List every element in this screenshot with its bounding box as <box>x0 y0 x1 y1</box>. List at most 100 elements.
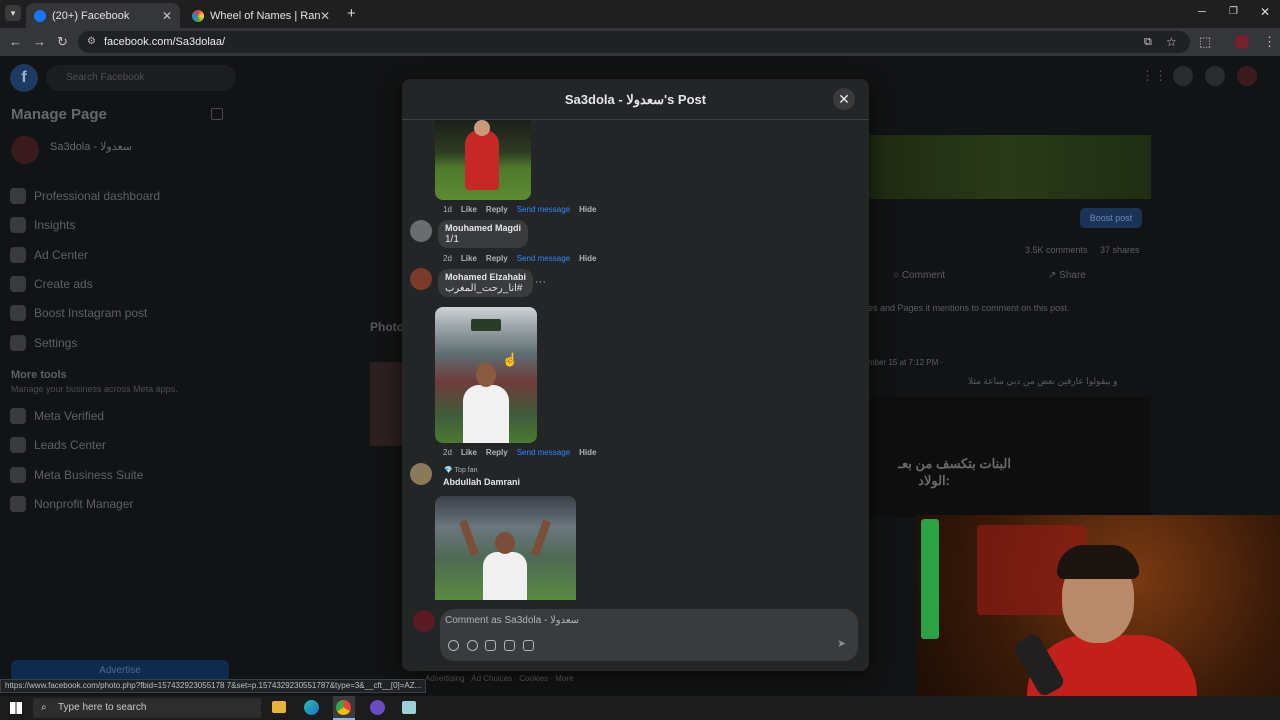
account-avatar[interactable] <box>1237 66 1257 86</box>
sidebar-toggle-icon[interactable] <box>211 108 223 120</box>
send-message-link[interactable]: Send message <box>517 205 570 214</box>
sidebar-item-create-ads[interactable]: Create ads <box>10 273 93 295</box>
address-bar[interactable]: ⚙ facebook.com/Sa3dolaa/ ⧉ ☆ <box>78 31 1190 53</box>
sidebar-item-insights[interactable]: Insights <box>10 214 75 236</box>
comment-input[interactable]: Comment as Sa3dola - سعدولا <box>445 615 579 626</box>
footer-links[interactable]: Advertising · Ad Choices · Cookies · Mor… <box>425 674 574 683</box>
minimize-icon[interactable]: ─ <box>1198 6 1206 18</box>
taskbar-search-input[interactable]: ⌕ Type here to search <box>33 698 261 718</box>
comments-count[interactable]: 3.5K comments <box>1025 245 1088 255</box>
comment-action[interactable]: ○ Comment <box>893 270 945 281</box>
camera-icon[interactable] <box>485 640 496 651</box>
composer-avatar[interactable] <box>413 610 435 632</box>
verified-badge-icon <box>10 408 26 424</box>
back-icon[interactable]: ← <box>9 34 22 50</box>
close-modal-button[interactable]: ✕ <box>833 88 855 110</box>
hide-button[interactable]: Hide <box>579 205 596 214</box>
obs-icon[interactable] <box>370 700 385 715</box>
new-tab-button[interactable]: + <box>347 5 356 22</box>
comment-actions: 2d Like Reply Send message Hide <box>443 254 596 263</box>
comment-photo[interactable] <box>435 120 531 200</box>
like-button[interactable]: Like <box>461 448 477 457</box>
tab-wheel-of-names[interactable]: Wheel of Names | Random nam ✕ <box>184 3 338 28</box>
page-name[interactable]: Sa3dola - سعدولا <box>50 140 132 153</box>
like-button[interactable]: Like <box>461 205 477 214</box>
sidebar-item-meta-verified[interactable]: Meta Verified <box>10 405 104 427</box>
sidebar-item-professional-dashboard[interactable]: Professional dashboard <box>10 185 160 207</box>
webcam-overlay <box>917 515 1280 720</box>
close-tab-icon[interactable]: ✕ <box>320 9 330 23</box>
page-avatar[interactable] <box>11 136 39 164</box>
shares-count[interactable]: 37 shares <box>1100 245 1140 255</box>
edge-icon[interactable] <box>304 700 319 715</box>
sidebar-item-label: Professional dashboard <box>34 189 161 203</box>
facebook-search-input[interactable]: Search Facebook <box>46 65 236 91</box>
forward-icon[interactable]: → <box>33 34 46 50</box>
reply-button[interactable]: Reply <box>486 254 508 263</box>
sidebar-item-boost-instagram[interactable]: Boost Instagram post <box>10 302 147 324</box>
more-tools-title[interactable]: More tools <box>11 369 67 381</box>
hide-button[interactable]: Hide <box>579 448 596 457</box>
chrome-logo <box>336 700 351 715</box>
player-body <box>483 552 527 600</box>
comment-photo[interactable] <box>435 496 576 600</box>
hide-button[interactable]: Hide <box>579 254 596 263</box>
comment-time[interactable]: 1d <box>443 205 452 214</box>
sidebar-item-business-suite[interactable]: Meta Business Suite <box>10 464 143 486</box>
tab-facebook[interactable]: (20+) Facebook ✕ <box>26 3 180 28</box>
gif-icon[interactable] <box>504 640 515 651</box>
messenger-icon[interactable] <box>1173 66 1193 86</box>
install-app-icon[interactable]: ⧉ <box>1144 31 1152 53</box>
commenter-name[interactable]: Mouhamed Magdi <box>445 223 521 233</box>
sticker-icon[interactable] <box>523 640 534 651</box>
app-icon[interactable] <box>402 701 416 714</box>
windows-start-icon[interactable] <box>10 702 22 714</box>
tab-search-dropdown-icon[interactable]: ▾ <box>5 5 21 21</box>
sidebar-item-nonprofit[interactable]: Nonprofit Manager <box>10 493 133 515</box>
browser-menu-icon[interactable]: ⋮ <box>1263 34 1276 50</box>
boost-post-button[interactable]: Boost post <box>1080 208 1142 228</box>
more-options-icon[interactable]: ··· <box>535 276 546 288</box>
extensions-icon[interactable]: ⬚ <box>1199 34 1211 50</box>
facebook-logo-icon[interactable]: f <box>10 64 38 92</box>
send-icon[interactable]: ➤ <box>837 637 846 650</box>
emoji-icon[interactable] <box>467 640 478 651</box>
send-message-link[interactable]: Send message <box>517 448 570 457</box>
comment-bubble: Mouhamed Magdi 1/1 <box>438 220 528 248</box>
commenter-name[interactable]: Mohamed Elzahabi <box>445 272 526 282</box>
comment-composer[interactable]: Comment as Sa3dola - سعدولا ➤ <box>440 609 858 661</box>
file-explorer-icon[interactable] <box>272 701 286 713</box>
sidebar-item-leads-center[interactable]: Leads Center <box>10 434 106 456</box>
comment-time[interactable]: 2d <box>443 448 452 457</box>
commenter-avatar[interactable] <box>410 268 432 290</box>
close-window-icon[interactable]: ✕ <box>1260 5 1270 19</box>
notifications-bell-icon[interactable] <box>1205 66 1225 86</box>
post-image[interactable]: البنات بتكسف من بعـ الولاد: <box>868 397 1151 517</box>
restore-icon[interactable]: ❐ <box>1229 6 1238 17</box>
sidebar-item-ad-center[interactable]: Ad Center <box>10 244 88 266</box>
like-button[interactable]: Like <box>461 254 477 263</box>
comment-action-label: Comment <box>901 270 946 281</box>
commenter-avatar[interactable] <box>410 463 432 485</box>
browser-tabstrip: ▾ (20+) Facebook ✕ Wheel of Names | Rand… <box>0 0 1280 28</box>
site-info-icon[interactable]: ⚙ <box>87 31 96 53</box>
reload-icon[interactable]: ↻ <box>57 34 68 50</box>
commenter-name[interactable]: Abdullah Damrani <box>443 477 520 487</box>
share-action[interactable]: ↗ Share <box>1048 270 1086 281</box>
sidebar-item-settings[interactable]: Settings <box>10 332 77 354</box>
sidebar-item-label: Insights <box>34 218 76 232</box>
sidebar-item-label: Leads Center <box>34 438 107 452</box>
comment-photo[interactable]: ☝ <box>435 307 537 443</box>
reply-button[interactable]: Reply <box>486 205 508 214</box>
profile-avatar[interactable] <box>1235 35 1249 49</box>
chrome-icon[interactable] <box>333 696 355 720</box>
menu-grid-icon[interactable]: ⋮⋮ <box>1141 68 1167 86</box>
close-tab-icon[interactable]: ✕ <box>162 9 172 23</box>
send-message-link[interactable]: Send message <box>517 254 570 263</box>
commenter-avatar[interactable] <box>410 220 432 242</box>
comment-time[interactable]: 2d <box>443 254 452 263</box>
bookmark-star-icon[interactable]: ☆ <box>1166 31 1177 53</box>
photos-thumb[interactable] <box>370 362 402 446</box>
reply-button[interactable]: Reply <box>486 448 508 457</box>
avatar-sticker-icon[interactable] <box>448 640 459 651</box>
